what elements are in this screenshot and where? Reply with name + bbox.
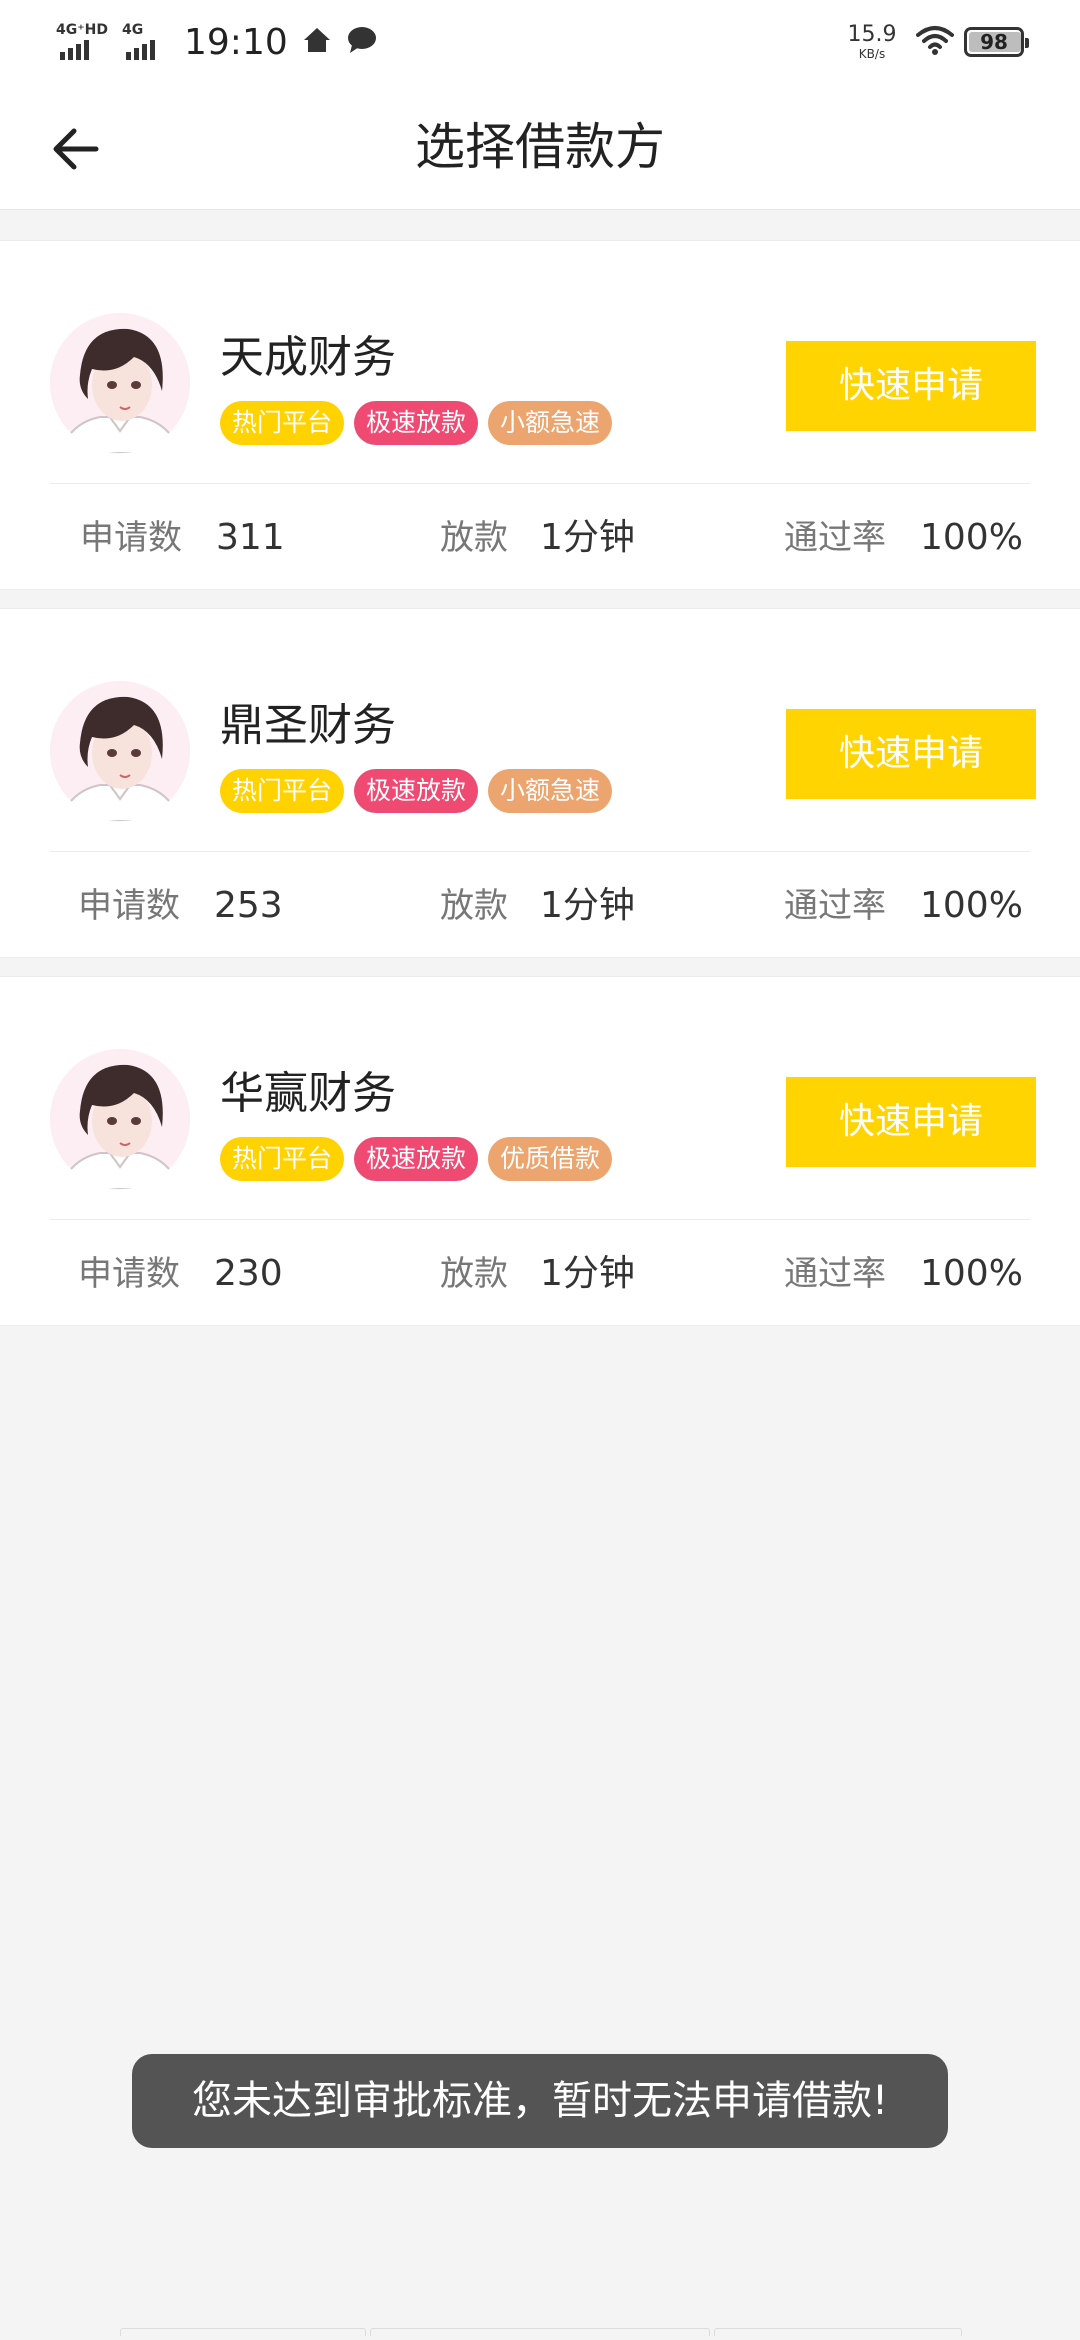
payout-time: 1分钟 [540,885,635,926]
tag-badge: 热门平台 [220,401,345,445]
message-icon [346,25,378,59]
stats-row: 申请数 311 放款 1分钟 通过率 100% [0,485,1080,591]
pass-rate-value: 100% [920,517,1023,558]
signal-icon: 4G [122,20,168,64]
applications-label: 申请数 [80,518,182,558]
battery-level: 98 [980,30,1008,54]
tag-list: 热门平台 极速放款 优质借款 [220,1137,613,1181]
clock: 19:10 [184,21,288,63]
signal-icon: 4G⁺HD [56,20,114,64]
title-bar: 选择借款方 [0,84,1080,210]
pass-rate-label: 通过率 [784,1254,886,1294]
quick-apply-button[interactable]: 快速申请 [786,341,1036,431]
tag-badge: 极速放款 [354,401,479,445]
payout-label: 放款 [440,1254,508,1294]
divider [50,851,1030,852]
lender-card: 天成财务 热门平台 极速放款 小额急速 快速申请 申请数 311 放款 1分钟 … [0,240,1080,590]
pass-rate-value: 100% [920,885,1023,926]
bottom-nav-edge [120,2328,366,2336]
avatar [50,1049,190,1189]
lender-card: 华赢财务 热门平台 极速放款 优质借款 快速申请 申请数 230 放款 1分钟 … [0,976,1080,1326]
payout-time: 1分钟 [540,1253,635,1294]
applications-label: 申请数 [78,886,180,926]
applications-count: 230 [214,1253,283,1294]
pass-rate-label: 通过率 [784,518,886,558]
quick-apply-button[interactable]: 快速申请 [786,1077,1036,1167]
stats-row: 申请数 253 放款 1分钟 通过率 100% [0,853,1080,959]
tag-badge: 热门平台 [220,769,345,813]
bottom-nav-edge [370,2328,710,2336]
lender-name: 华赢财务 [220,1068,396,1119]
applications-label: 申请数 [78,1254,180,1294]
quick-apply-button[interactable]: 快速申请 [786,709,1036,799]
bottom-nav-edge [714,2328,962,2336]
lender-name: 天成财务 [220,332,396,383]
applications-count: 253 [214,885,283,926]
network-type-label: 4G⁺HD [56,22,108,38]
status-bar: 4G⁺HD 4G 19:10 15.9 KB/s 98 [0,0,1080,84]
tag-badge: 极速放款 [354,769,479,813]
home-icon [302,25,332,59]
tag-badge: 极速放款 [354,1137,479,1181]
avatar [50,313,190,453]
battery-icon: 98 [964,27,1029,57]
tag-badge: 热门平台 [220,1137,345,1181]
payout-label: 放款 [440,518,508,558]
toast-message: 您未达到审批标准，暂时无法申请借款! [132,2054,948,2148]
lender-card: 鼎圣财务 热门平台 极速放款 小额急速 快速申请 申请数 253 放款 1分钟 … [0,608,1080,958]
wifi-icon [916,25,954,59]
tag-badge: 小额急速 [488,401,613,445]
network-speed: 15.9 KB/s [847,22,897,61]
applications-count: 311 [216,517,285,558]
tag-list: 热门平台 极速放款 小额急速 [220,769,613,813]
stats-row: 申请数 230 放款 1分钟 通过率 100% [0,1221,1080,1327]
page-title: 选择借款方 [415,118,665,176]
divider [50,1219,1030,1220]
tag-list: 热门平台 极速放款 小额急速 [220,401,613,445]
lender-name: 鼎圣财务 [220,700,396,751]
avatar [50,681,190,821]
tag-badge: 优质借款 [488,1137,613,1181]
divider [50,483,1030,484]
pass-rate-label: 通过率 [784,886,886,926]
payout-time: 1分钟 [540,517,635,558]
tag-badge: 小额急速 [488,769,613,813]
network-type-label: 4G [122,22,144,38]
payout-label: 放款 [440,886,508,926]
pass-rate-value: 100% [920,1253,1023,1294]
